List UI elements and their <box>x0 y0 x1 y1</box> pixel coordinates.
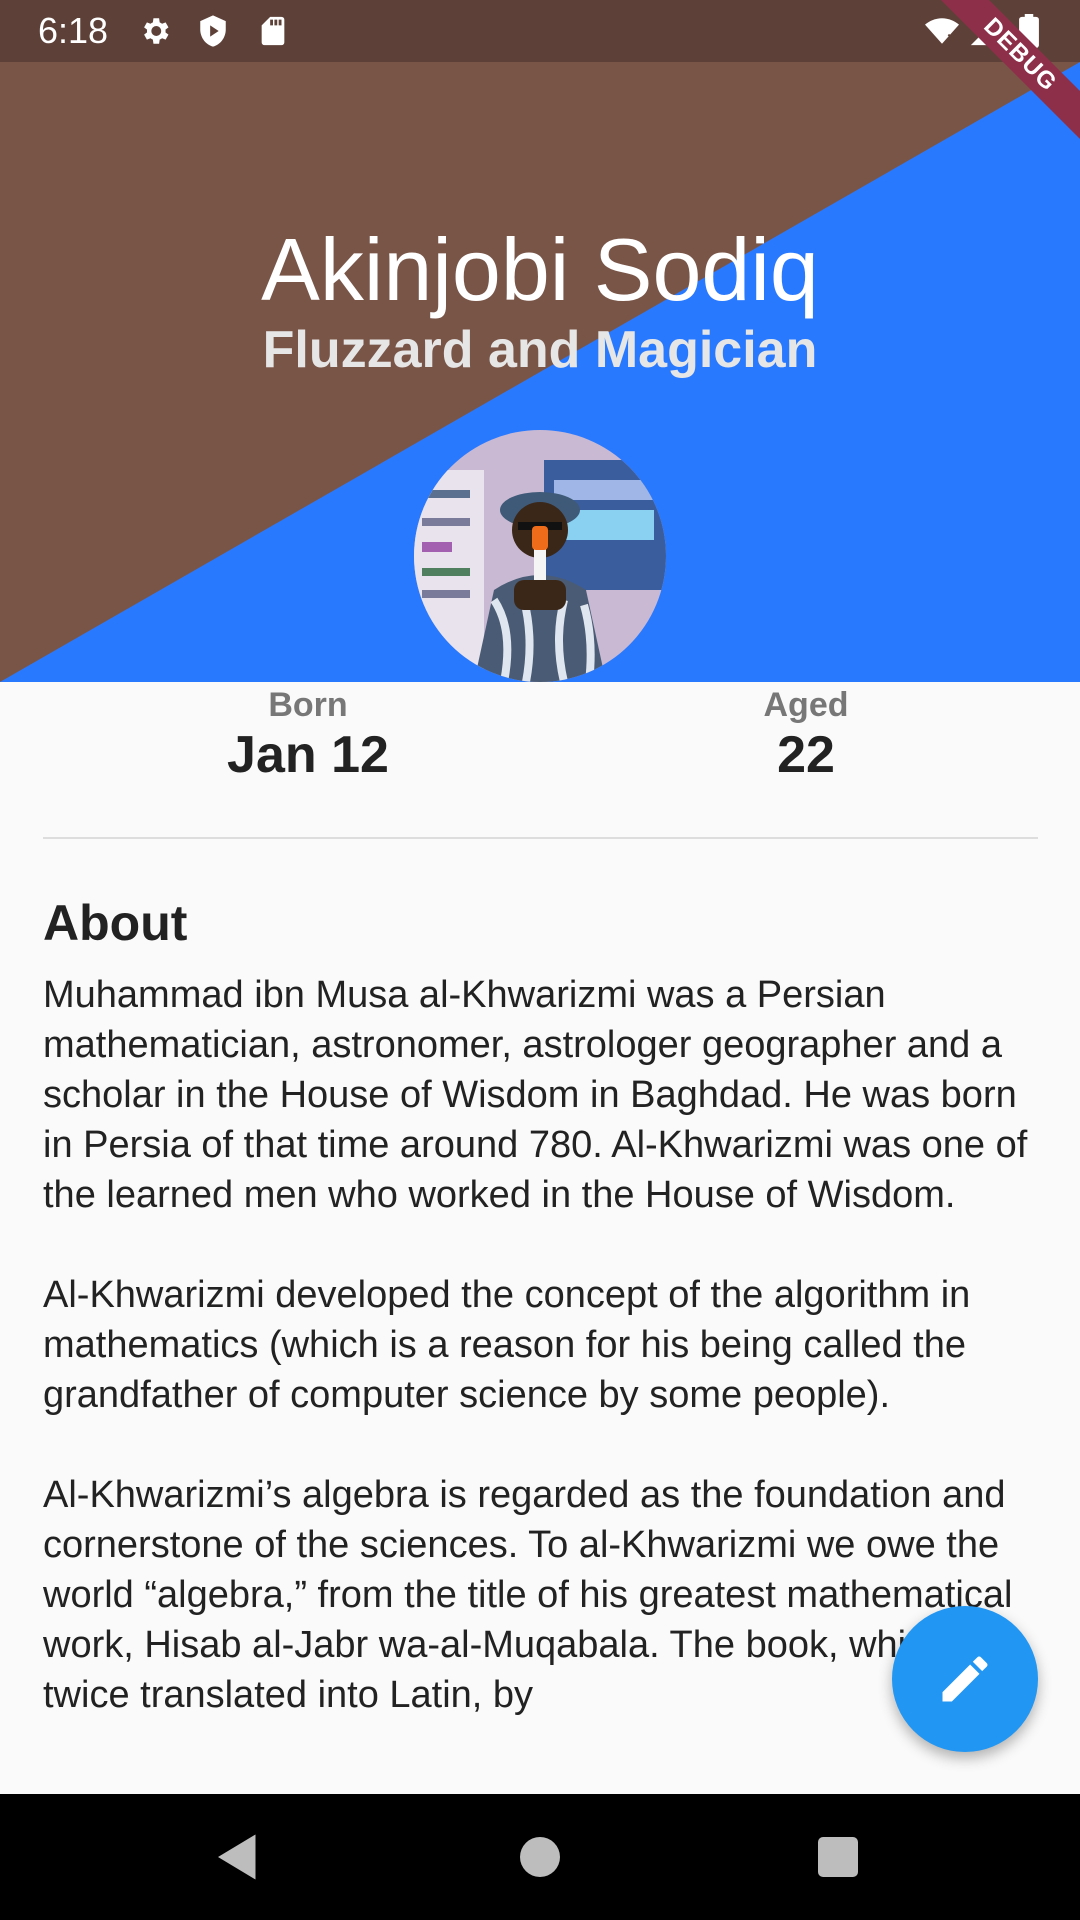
status-time: 6:18 <box>38 10 109 51</box>
avatar <box>414 430 666 682</box>
divider <box>43 837 1038 839</box>
about-paragraph: Muhammad ibn Musa al-Khwarizmi was a Per… <box>43 974 1028 1216</box>
profile-header: Akinjobi Sodiq Fluzzard and Magician <box>0 62 1080 682</box>
shield-play-icon <box>196 14 230 48</box>
back-icon[interactable] <box>208 1827 268 1887</box>
gear-icon <box>138 14 172 48</box>
wifi-icon <box>922 14 962 48</box>
edit-fab-button[interactable] <box>892 1606 1038 1752</box>
edit-pencil-icon <box>942 1656 988 1702</box>
profile-subtitle: Fluzzard and Magician <box>262 321 818 379</box>
recents-icon[interactable] <box>808 1827 868 1887</box>
born-value: Jan 12 <box>227 726 389 784</box>
about-paragraph: Al-Khwarizmi developed the concept of th… <box>43 1274 971 1416</box>
aged-stat: Aged 22 <box>636 686 976 786</box>
about-heading: About <box>43 895 188 951</box>
aged-value: 22 <box>777 726 835 784</box>
aged-label: Aged <box>763 686 849 724</box>
home-icon[interactable] <box>510 1827 570 1887</box>
status-bar: 6:18 <box>0 0 1080 62</box>
profile-name: Akinjobi Sodiq <box>261 220 819 319</box>
navigation-bar <box>0 1794 1080 1920</box>
profile-screen: 6:18 DEBUG Akinjobi Sodiq Fluzzard and M… <box>0 0 1080 1920</box>
born-label: Born <box>268 686 348 724</box>
born-stat: Born Jan 12 <box>138 686 478 786</box>
sd-card-icon <box>256 14 290 48</box>
